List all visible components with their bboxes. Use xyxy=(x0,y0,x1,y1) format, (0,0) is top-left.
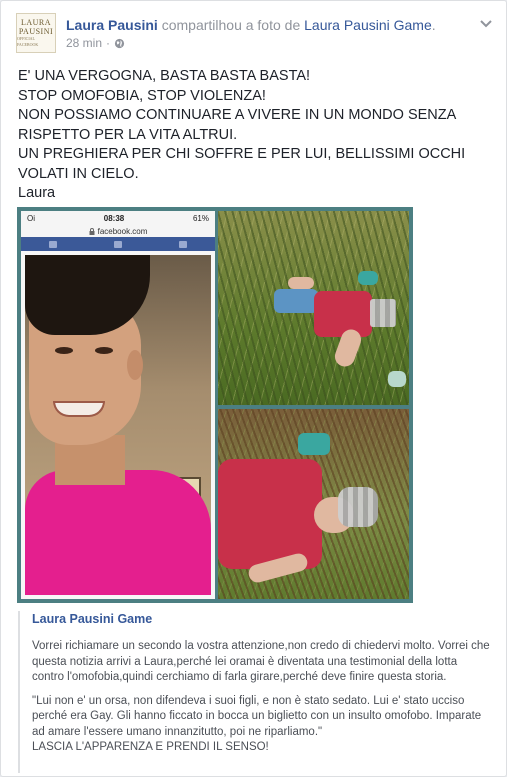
avatar-line-3: OFFICIAL FACEBOOK xyxy=(17,36,39,47)
lock-icon xyxy=(89,227,95,235)
phone-status-bar: Oi 08:38 61% xyxy=(21,211,215,225)
post-meta: 28 min · xyxy=(66,36,125,50)
url-bar: facebook.com xyxy=(21,225,215,237)
battery-label: 61% xyxy=(192,213,209,223)
message-line: NON POSSIAMO CONTINUARE A VIVERE IN UN M… xyxy=(18,107,460,143)
source-page-link[interactable]: Laura Pausini Game xyxy=(304,17,432,33)
phone-time: 08:38 xyxy=(103,213,125,223)
author-name-link[interactable]: Laura Pausini xyxy=(66,17,158,33)
notifications-icon xyxy=(178,240,187,248)
page-avatar[interactable]: LAURA PAUSINI OFFICIAL FACEBOOK xyxy=(16,13,56,53)
shared-post-title-link[interactable]: Laura Pausini Game xyxy=(32,611,492,627)
carrier-label: Oi xyxy=(27,213,35,223)
avatar-line-1: LAURA xyxy=(20,18,52,27)
avatar-line-2: PAUSINI xyxy=(18,27,54,36)
phone-screenshot: Oi 08:38 61% facebook.com xyxy=(21,211,215,599)
post-headline: Laura Pausini compartilhou a foto de Lau… xyxy=(66,17,436,33)
message-line: UN PREGHIERA PER CHI SOFFRE E PER LUI, B… xyxy=(18,146,470,182)
post-timestamp[interactable]: 28 min xyxy=(66,36,102,50)
chevron-down-icon[interactable] xyxy=(478,15,494,31)
message-line: Laura xyxy=(18,185,56,201)
shared-post-body: Vorrei richiamare un secondo la vostra a… xyxy=(32,639,492,756)
messages-icon xyxy=(113,240,122,248)
globe-icon[interactable] xyxy=(114,38,125,49)
friends-icon xyxy=(49,240,58,248)
scene-photo-top xyxy=(218,211,409,405)
shared-post-paragraph: Vorrei richiamare un secondo la vostra a… xyxy=(32,640,493,683)
message-line: STOP OMOFOBIA, STOP VIOLENZA! xyxy=(18,87,266,104)
message-line: E' UNA VERGOGNA, BASTA BASTA BASTA! xyxy=(18,68,311,84)
post-message: E' UNA VERGOGNA, BASTA BASTA BASTA! STOP… xyxy=(18,67,488,204)
shared-post-preview: Laura Pausini Game Vorrei richiamare un … xyxy=(18,611,492,773)
shared-photo[interactable]: Oi 08:38 61% facebook.com xyxy=(17,207,413,603)
shared-post-paragraph: "Lui non e' un orsa, non difendeva i suo… xyxy=(32,694,482,754)
shared-text: compartilhou a foto de xyxy=(161,17,301,33)
facebook-post-card: LAURA PAUSINI OFFICIAL FACEBOOK Laura Pa… xyxy=(0,0,507,777)
portrait-photo xyxy=(25,255,211,595)
scene-photo-bottom xyxy=(218,409,409,599)
url-text: facebook.com xyxy=(97,226,148,236)
fb-mobile-bar xyxy=(21,237,215,251)
post-header: LAURA PAUSINI OFFICIAL FACEBOOK Laura Pa… xyxy=(13,13,494,57)
